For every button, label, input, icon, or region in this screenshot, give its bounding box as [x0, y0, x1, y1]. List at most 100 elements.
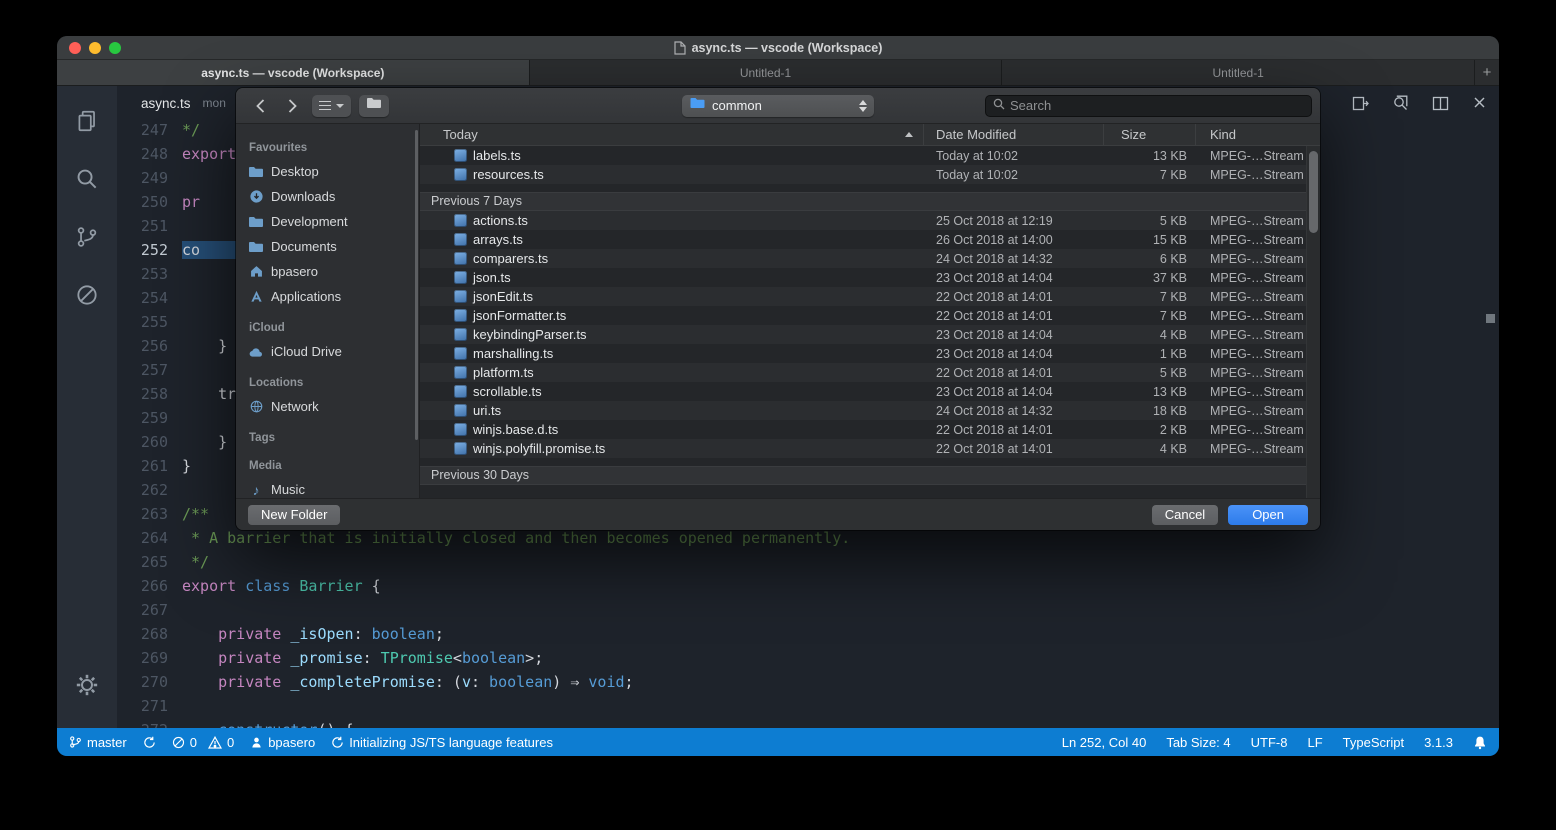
list-scrollbar[interactable]: [1306, 146, 1320, 498]
sidebar-item-network[interactable]: Network: [236, 394, 419, 419]
group-by-button[interactable]: [359, 95, 389, 117]
back-button[interactable]: [248, 95, 272, 117]
line-number: 272: [117, 718, 168, 728]
source-control-icon[interactable]: [57, 208, 117, 266]
sidebar-item-desktop[interactable]: Desktop: [236, 159, 419, 184]
problems-indicator[interactable]: 0 0: [172, 735, 234, 750]
code-line[interactable]: 269private _promise: TPromise<boolean>;: [117, 646, 1499, 670]
cursor-position[interactable]: Ln 252, Col 40: [1062, 735, 1147, 750]
split-editor-icon[interactable]: [1432, 95, 1449, 117]
code-line[interactable]: 268private _isOpen: boolean;: [117, 622, 1499, 646]
file-type-icon: [454, 328, 467, 341]
sidebar-item-downloads[interactable]: Downloads: [236, 184, 419, 209]
column-name[interactable]: Today: [420, 124, 924, 145]
chevron-down-icon: [336, 104, 344, 108]
code-line[interactable]: 266export class Barrier {: [117, 574, 1499, 598]
code-line[interactable]: 271: [117, 694, 1499, 718]
sidebar-item-development[interactable]: Development: [236, 209, 419, 234]
window-tab[interactable]: Untitled-1: [1002, 60, 1475, 85]
git-branch-indicator[interactable]: master: [69, 735, 127, 750]
indentation-setting[interactable]: Tab Size: 4: [1166, 735, 1230, 750]
file-row[interactable]: json.ts23 Oct 2018 at 14:0437 KBMPEG-…St…: [420, 268, 1306, 287]
file-row[interactable]: resources.tsToday at 10:027 KBMPEG-…Stre…: [420, 165, 1306, 184]
search-input[interactable]: [1010, 98, 1304, 113]
line-number: 270: [117, 670, 168, 694]
sidebar-item-music[interactable]: ♪Music: [236, 477, 419, 498]
new-tab-button[interactable]: +: [1475, 60, 1499, 85]
sidebar-item-documents[interactable]: Documents: [236, 234, 419, 259]
ts-version[interactable]: 3.1.3: [1424, 735, 1453, 750]
window-tab[interactable]: Untitled-1: [530, 60, 1003, 85]
column-kind[interactable]: Kind: [1196, 124, 1320, 145]
view-mode-button[interactable]: [312, 95, 351, 117]
code-line[interactable]: 270private _completePromise: (v: boolean…: [117, 670, 1499, 694]
account-indicator[interactable]: bpasero: [250, 735, 315, 750]
file-row[interactable]: winjs.base.d.ts22 Oct 2018 at 14:012 KBM…: [420, 420, 1306, 439]
location-dropdown[interactable]: common: [682, 95, 874, 117]
language-mode[interactable]: TypeScript: [1343, 735, 1404, 750]
file-row[interactable]: actions.ts25 Oct 2018 at 12:195 KBMPEG-……: [420, 211, 1306, 230]
sidebar-item-icloud-drive[interactable]: iCloud Drive: [236, 339, 419, 364]
explorer-icon[interactable]: [57, 92, 117, 150]
code-line[interactable]: 272constructor() {: [117, 718, 1499, 728]
scrollbar-thumb[interactable]: [1309, 151, 1318, 233]
file-row[interactable]: uri.ts24 Oct 2018 at 14:3218 KBMPEG-…Str…: [420, 401, 1306, 420]
editor-tab-filename[interactable]: async.ts: [141, 96, 191, 111]
file-name: keybindingParser.ts: [473, 327, 586, 342]
open-button[interactable]: Open: [1228, 505, 1308, 525]
file-row[interactable]: marshalling.ts23 Oct 2018 at 14:041 KBMP…: [420, 344, 1306, 363]
sidebar-item-label: Network: [271, 399, 319, 414]
column-size[interactable]: Size: [1104, 124, 1196, 145]
sidebar-item-bpasero[interactable]: bpasero: [236, 259, 419, 284]
open-preview-icon[interactable]: [1392, 95, 1409, 117]
eol-setting[interactable]: LF: [1307, 735, 1322, 750]
encoding-setting[interactable]: UTF-8: [1251, 735, 1288, 750]
location-label: common: [712, 98, 762, 113]
notifications-bell-icon[interactable]: [1473, 735, 1487, 750]
code-line[interactable]: 265 */: [117, 550, 1499, 574]
cancel-button[interactable]: Cancel: [1152, 505, 1218, 525]
sidebar-item-applications[interactable]: Applications: [236, 284, 419, 309]
close-window-button[interactable]: [69, 42, 81, 54]
file-row[interactable]: platform.ts22 Oct 2018 at 14:015 KBMPEG-…: [420, 363, 1306, 382]
line-number: 265: [117, 550, 168, 574]
code-text: /**: [182, 502, 209, 526]
new-folder-button[interactable]: New Folder: [248, 505, 340, 525]
settings-gear-icon[interactable]: [57, 656, 117, 714]
file-row[interactable]: scrollable.ts23 Oct 2018 at 14:0413 KBMP…: [420, 382, 1306, 401]
window-tab-label: Untitled-1: [1213, 66, 1264, 80]
file-kind: MPEG-…Stream: [1196, 271, 1306, 285]
code-line[interactable]: 267: [117, 598, 1499, 622]
sidebar-scrollbar[interactable]: [415, 130, 418, 440]
forward-button[interactable]: [280, 95, 304, 117]
line-number: 260: [117, 430, 168, 454]
column-date-modified[interactable]: Date Modified: [924, 124, 1104, 145]
warning-count: 0: [227, 735, 234, 750]
search-field[interactable]: [985, 95, 1312, 117]
line-number: 257: [117, 358, 168, 382]
sync-button[interactable]: [143, 736, 156, 749]
open-changes-icon[interactable]: [1352, 95, 1369, 117]
file-row[interactable]: jsonEdit.ts22 Oct 2018 at 14:017 KBMPEG-…: [420, 287, 1306, 306]
close-editor-icon[interactable]: [1472, 95, 1487, 117]
language-status[interactable]: Initializing JS/TS language features: [331, 735, 553, 750]
file-row[interactable]: comparers.ts24 Oct 2018 at 14:326 KBMPEG…: [420, 249, 1306, 268]
code-text: co: [182, 238, 236, 262]
debug-icon[interactable]: [57, 266, 117, 324]
person-icon: [250, 736, 263, 749]
line-number: 248: [117, 142, 168, 166]
line-number: 271: [117, 694, 168, 718]
file-kind: MPEG-…Stream: [1196, 328, 1306, 342]
window-tab[interactable]: async.ts — vscode (Workspace): [57, 60, 530, 85]
zoom-window-button[interactable]: [109, 42, 121, 54]
search-icon[interactable]: [57, 150, 117, 208]
editor-actions: [1352, 95, 1487, 117]
minimize-window-button[interactable]: [89, 42, 101, 54]
window-tab-label: async.ts — vscode (Workspace): [201, 66, 384, 80]
file-row[interactable]: keybindingParser.ts23 Oct 2018 at 14:044…: [420, 325, 1306, 344]
file-row[interactable]: labels.tsToday at 10:0213 KBMPEG-…Stream: [420, 146, 1306, 165]
file-row[interactable]: jsonFormatter.ts22 Oct 2018 at 14:017 KB…: [420, 306, 1306, 325]
file-row[interactable]: winjs.polyfill.promise.ts22 Oct 2018 at …: [420, 439, 1306, 458]
file-row[interactable]: arrays.ts26 Oct 2018 at 14:0015 KBMPEG-……: [420, 230, 1306, 249]
file-type-icon: [454, 442, 467, 455]
